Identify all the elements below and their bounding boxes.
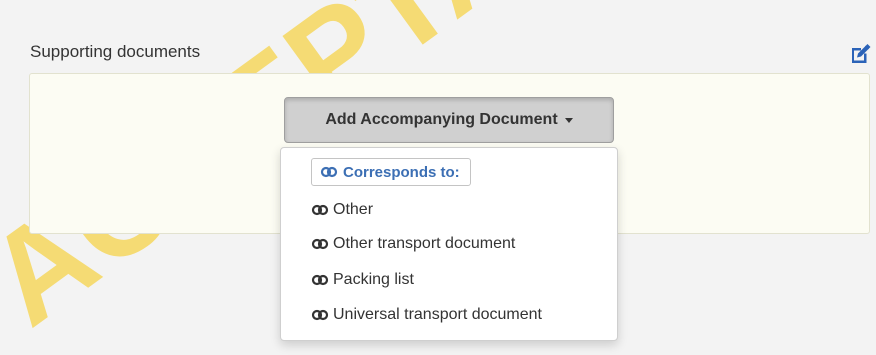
link-icon (320, 166, 338, 178)
menu-item-other[interactable]: Other (311, 198, 373, 222)
section-title: Supporting documents (30, 42, 201, 61)
menu-item-label: Packing list (333, 271, 414, 288)
menu-item-label: Other transport document (333, 235, 516, 252)
menu-item-packing-list[interactable]: Packing list (311, 268, 414, 292)
caret-down-icon (564, 117, 573, 123)
add-accompanying-document-button[interactable]: Add Accompanying Document (284, 97, 614, 143)
dropdown-menu: Corresponds to: Other Other transport do… (280, 147, 618, 341)
menu-item-label: Other (333, 201, 374, 218)
menu-item-label: Universal transport document (333, 306, 542, 323)
link-icon (311, 309, 329, 321)
edit-icon[interactable] (849, 43, 871, 65)
menu-header-label: Corresponds to: (343, 163, 460, 181)
menu-item-other-transport-document[interactable]: Other transport document (311, 232, 515, 256)
menu-item-universal-transport-document[interactable]: Universal transport document (311, 303, 542, 327)
link-icon (311, 238, 329, 250)
menu-header: Corresponds to: (311, 158, 471, 186)
link-icon (311, 274, 329, 286)
page: ACCEPTANCE Supporting documents Add Acco… (0, 0, 876, 355)
link-icon (311, 204, 329, 216)
add-button-label: Add Accompanying Document (325, 111, 558, 128)
